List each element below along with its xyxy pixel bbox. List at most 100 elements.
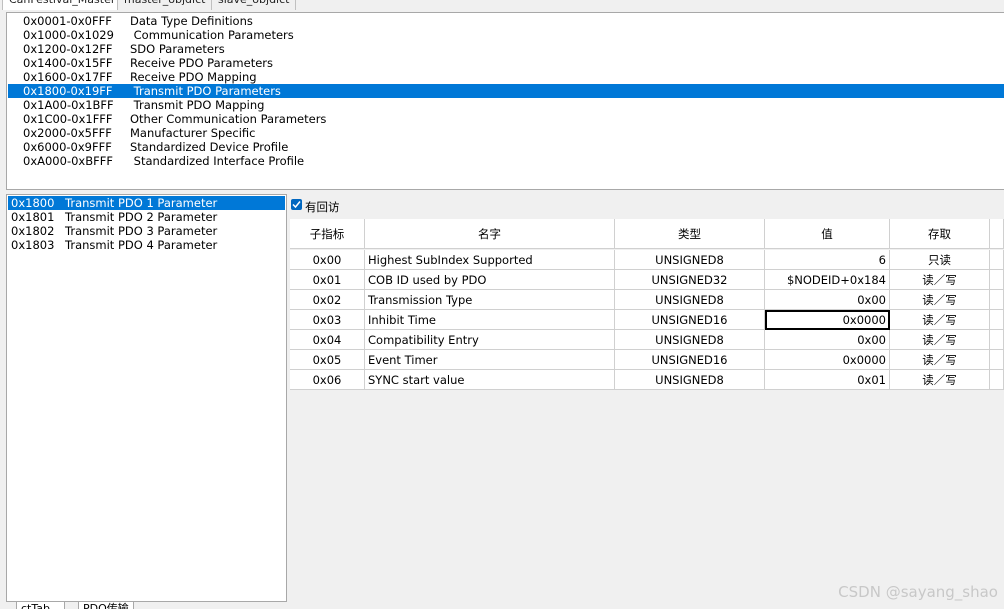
watermark: CSDN @sayang_shao	[838, 583, 998, 601]
index-range-row[interactable]: 0x1000-0x1029 Communication Parameters	[8, 28, 1004, 42]
index-range-value: 0x2000-0x5FFF	[23, 126, 112, 140]
index-range-value: 0x1000-0x1029	[23, 28, 114, 42]
cell-type[interactable]: UNSIGNED8	[615, 330, 765, 350]
index-range-name: Receive PDO Mapping	[130, 70, 257, 84]
entry-index: 0x1803	[11, 238, 55, 252]
column-header-subindex[interactable]: 子指标	[290, 219, 365, 249]
cell-subindex[interactable]: 0x06	[290, 370, 365, 390]
cell-type[interactable]: UNSIGNED8	[615, 250, 765, 270]
cell-extra	[990, 250, 1004, 270]
tab-bottom-1[interactable]: ctTab...	[16, 601, 66, 609]
tab-master-objdict[interactable]: master_objdict	[117, 0, 213, 10]
index-range-name: Standardized Device Profile	[130, 140, 289, 154]
column-header-access[interactable]: 存取	[890, 219, 990, 249]
column-header-type[interactable]: 类型	[615, 219, 765, 249]
entry-index: 0x1801	[11, 210, 55, 224]
cell-extra	[990, 350, 1004, 370]
cell-access[interactable]: 读／写	[890, 270, 990, 290]
index-range-name: Standardized Interface Profile	[130, 154, 305, 168]
cell-access[interactable]: 读／写	[890, 310, 990, 330]
cell-type[interactable]: UNSIGNED8	[615, 290, 765, 310]
cell-access[interactable]: 读／写	[890, 370, 990, 390]
index-entry-row[interactable]: 0x1801 Transmit PDO 2 Parameter	[8, 210, 285, 224]
index-range-value: 0x1600-0x17FF	[23, 70, 113, 84]
column-header-extra	[990, 219, 1004, 249]
cell-value[interactable]: 0x00	[765, 330, 890, 350]
cell-type[interactable]: UNSIGNED16	[615, 350, 765, 370]
subindex-grid[interactable]: 子指标 名字 类型 值 存取 0x00 Highest SubIndex Supp…	[290, 219, 1004, 390]
document-tabbar: CanFestival_Master master_objdict slave_…	[0, 0, 1004, 10]
index-range-value: 0x1400-0x15FF	[23, 56, 113, 70]
index-entry-row[interactable]: 0x1800 Transmit PDO 1 Parameter	[8, 196, 285, 210]
index-range-list[interactable]: 0x0001-0x0FFF Data Type Definitions 0x1000…	[6, 12, 1004, 190]
entry-index: 0x1800	[11, 196, 55, 210]
index-range-row[interactable]: 0x1200-0x12FF SDO Parameters	[8, 42, 1004, 56]
index-range-row[interactable]: 0x1C00-0x1FFF Other Communication Paramet…	[8, 112, 1004, 126]
cell-access[interactable]: 读／写	[890, 330, 990, 350]
cell-extra	[990, 270, 1004, 290]
cell-name[interactable]: Event Timer	[365, 350, 615, 370]
cell-name[interactable]: Compatibility Entry	[365, 330, 615, 350]
cell-subindex[interactable]: 0x05	[290, 350, 365, 370]
tab-slave-objdict[interactable]: slave_objdict	[211, 0, 297, 10]
cell-access[interactable]: 只读	[890, 250, 990, 270]
cell-access[interactable]: 读／写	[890, 350, 990, 370]
checkmark-icon	[292, 201, 301, 209]
cell-name[interactable]: COB ID used by PDO	[365, 270, 615, 290]
index-range-row[interactable]: 0x2000-0x5FFF Manufacturer Specific	[8, 126, 1004, 140]
cell-subindex[interactable]: 0x02	[290, 290, 365, 310]
tab-canfestival-master[interactable]: CanFestival_Master	[2, 0, 123, 10]
index-range-name: Transmit PDO Mapping	[130, 98, 265, 112]
index-range-name: Other Communication Parameters	[130, 112, 327, 126]
cell-type[interactable]: UNSIGNED32	[615, 270, 765, 290]
index-range-value: 0x1A00-0x1BFF	[23, 98, 114, 112]
cell-name[interactable]: SYNC start value	[365, 370, 615, 390]
index-range-row[interactable]: 0x1800-0x19FF Transmit PDO Parameters	[8, 84, 1004, 98]
index-range-row[interactable]: 0x6000-0x9FFF Standardized Device Profile	[8, 140, 1004, 154]
index-range-name: Data Type Definitions	[130, 14, 253, 28]
tab-pdo-transfer[interactable]: PDO传输	[78, 601, 134, 609]
cell-name[interactable]: Inhibit Time	[365, 310, 615, 330]
entry-name: Transmit PDO 1 Parameter	[65, 196, 218, 210]
cell-subindex[interactable]: 0x00	[290, 250, 365, 270]
cell-name[interactable]: Highest SubIndex Supported	[365, 250, 615, 270]
cell-value[interactable]: $NODEID+0x184	[765, 270, 890, 290]
index-entry-row[interactable]: 0x1803 Transmit PDO 4 Parameter	[8, 238, 285, 252]
cell-extra	[990, 290, 1004, 310]
index-range-name: Manufacturer Specific	[130, 126, 256, 140]
index-range-name: SDO Parameters	[130, 42, 225, 56]
cell-name[interactable]: Transmission Type	[365, 290, 615, 310]
column-header-name[interactable]: 名字	[365, 219, 615, 249]
index-range-row[interactable]: 0xA000-0xBFFF Standardized Interface Pro…	[8, 154, 1004, 168]
index-range-name: Communication Parameters	[130, 28, 294, 42]
cell-value[interactable]: 0x0000	[765, 350, 890, 370]
index-range-name: Receive PDO Parameters	[130, 56, 273, 70]
index-range-row[interactable]: 0x1400-0x15FF Receive PDO Parameters	[8, 56, 1004, 70]
index-entry-row[interactable]: 0x1802 Transmit PDO 3 Parameter	[8, 224, 285, 238]
cell-value[interactable]: 0x00	[765, 290, 890, 310]
entry-index: 0x1802	[11, 224, 55, 238]
cell-subindex[interactable]: 0x04	[290, 330, 365, 350]
cell-extra	[990, 330, 1004, 350]
index-range-value: 0x6000-0x9FFF	[23, 140, 112, 154]
cell-access[interactable]: 读／写	[890, 290, 990, 310]
cell-type[interactable]: UNSIGNED8	[615, 370, 765, 390]
callback-checkbox[interactable]	[291, 199, 302, 210]
cell-type[interactable]: UNSIGNED16	[615, 310, 765, 330]
index-entry-list[interactable]: 0x1800 Transmit PDO 1 Parameter 0x1801 Tran…	[6, 194, 287, 602]
index-range-row[interactable]: 0x0001-0x0FFF Data Type Definitions	[8, 14, 1004, 28]
bottom-tabbar: ctTab... PDO传输	[6, 601, 286, 609]
index-range-row[interactable]: 0x1600-0x17FF Receive PDO Mapping	[8, 70, 1004, 84]
cell-extra	[990, 310, 1004, 330]
cell-subindex[interactable]: 0x03	[290, 310, 365, 330]
index-range-value: 0xA000-0xBFFF	[23, 154, 113, 168]
index-range-row[interactable]: 0x1A00-0x1BFF Transmit PDO Mapping	[8, 98, 1004, 112]
index-range-value: 0x1800-0x19FF	[23, 84, 113, 98]
column-header-value[interactable]: 值	[765, 219, 890, 249]
cell-value[interactable]: 0x0000	[765, 310, 890, 330]
index-range-value: 0x0001-0x0FFF	[23, 14, 112, 28]
entry-name: Transmit PDO 3 Parameter	[65, 224, 218, 238]
cell-subindex[interactable]: 0x01	[290, 270, 365, 290]
cell-value[interactable]: 0x01	[765, 370, 890, 390]
cell-value[interactable]: 6	[765, 250, 890, 270]
